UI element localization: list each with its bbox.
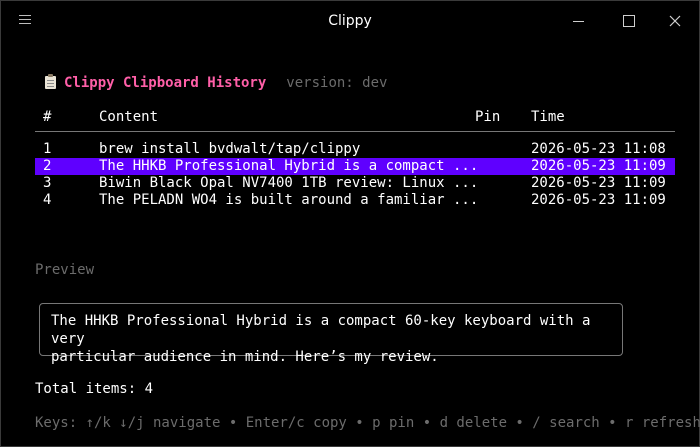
close-button[interactable] [661,9,689,33]
column-header-content: Content [99,109,159,125]
app-header: Clippy Clipboard History version: dev [45,74,388,93]
preview-label: Preview [35,262,95,278]
version-label: version: dev [286,75,388,91]
history-table: # Content Pin Time 1 brew install bvdwal… [35,109,675,209]
app-name: Clippy Clipboard History [64,75,267,91]
close-icon [669,15,681,27]
row-content: Biwin Black Opal NV7400 1TB review: Linu… [99,175,479,191]
row-content: brew install bvdwalt/tap/clippy [99,141,361,157]
table-body: 1 brew install bvdwalt/tap/clippy 2026-0… [35,141,675,209]
column-header-time: Time [531,109,565,125]
clipboard-icon [45,74,56,89]
preview-panel: The HHKB Professional Hybrid is a compac… [39,303,623,365]
table-row-selected[interactable]: 2 The HHKB Professional Hybrid is a comp… [35,158,675,175]
row-num: 2 [43,158,52,174]
maximize-button[interactable] [615,9,643,33]
row-content: The PELADN WO4 is built around a familia… [99,192,479,208]
row-num: 1 [43,141,52,157]
table-row[interactable]: 1 brew install bvdwalt/tap/clippy 2026-0… [35,141,675,158]
table-row[interactable]: 4 The PELADN WO4 is built around a famil… [35,192,675,209]
row-time: 2026-05-23 11:09 [531,158,666,174]
table-header: # Content Pin Time [35,109,675,132]
table-row[interactable]: 3 Biwin Black Opal NV7400 1TB review: Li… [35,175,675,192]
window-title: Clippy [328,13,372,29]
total-items: Total items: 4 [35,381,154,397]
column-header-pin: Pin [475,109,501,125]
row-time: 2026-05-23 11:09 [531,175,666,191]
minimize-button[interactable] [565,9,593,33]
keybindings-help: Keys: ↑/k ↓/j navigate • Enter/c copy • … [35,415,700,431]
title-bar: Clippy [1,1,699,45]
row-time: 2026-05-23 11:08 [531,141,666,157]
row-num: 3 [43,175,52,191]
row-time: 2026-05-23 11:09 [531,192,666,208]
row-content: The HHKB Professional Hybrid is a compac… [99,158,479,174]
app-window: Clippy Clippy Clipboard History version: … [0,0,700,447]
column-header-num: # [43,109,52,125]
row-num: 4 [43,192,52,208]
